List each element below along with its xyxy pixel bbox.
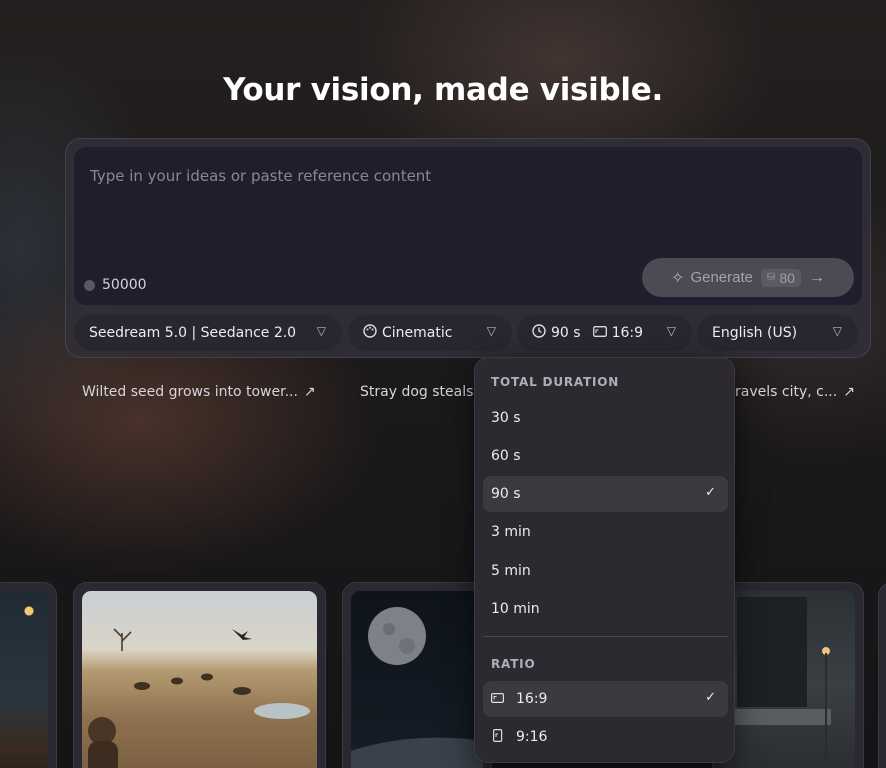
credits-balance: 50000	[84, 277, 147, 293]
duration-ratio-menu: TOTAL DURATION 30 s 60 s 90 s ✓ 3 min 5 …	[474, 357, 735, 763]
suggestion-label: ravels city, c...	[735, 384, 838, 400]
arrow-right-icon: →	[808, 268, 825, 286]
duration-option[interactable]: 30 s	[483, 400, 728, 436]
suggestion-link[interactable]: ravels city, c... ↗	[735, 384, 855, 400]
duration-option-label: 10 min	[491, 601, 540, 617]
duration-option-label: 3 min	[491, 524, 531, 540]
generate-button[interactable]: ✧ Generate ⛁ 80 →	[642, 258, 854, 297]
prompt-box: 50000 ✧ Generate ⛁ 80 →	[74, 147, 862, 305]
language-label: English (US)	[712, 325, 798, 341]
generate-cost: 80	[779, 269, 795, 286]
ratio-option[interactable]: 9:16	[483, 719, 728, 755]
page-title: Your vision, made visible.	[223, 72, 663, 108]
moon-illustration	[351, 607, 483, 768]
duration-option[interactable]: 10 min	[483, 591, 728, 627]
duration-option[interactable]: 3 min	[483, 514, 728, 550]
gallery-thumbnail	[0, 591, 48, 768]
credits-value: 50000	[102, 277, 147, 293]
suggestion-label: Wilted seed grows into tower...	[82, 384, 298, 400]
chevron-down-icon: ▽	[316, 324, 326, 338]
clock-icon	[532, 324, 546, 342]
aspect-ratio-icon	[592, 326, 607, 340]
check-icon: ✓	[705, 690, 716, 705]
suggestion-label: Stray dog steals	[360, 384, 474, 400]
duration-ratio-selector[interactable]: 90 s 16:9 ▽	[517, 315, 692, 351]
gallery-card[interactable]	[0, 582, 57, 768]
portrait-ratio-icon	[491, 729, 504, 745]
style-selector[interactable]: Cinematic ▽	[348, 315, 512, 351]
chevron-down-icon: ▽	[666, 324, 676, 338]
duration-option-label: 5 min	[491, 563, 531, 579]
chevron-down-icon: ▽	[486, 324, 496, 338]
palette-icon	[363, 324, 377, 342]
model-selector[interactable]: Seedream 5.0 | Seedance 2.0 ▽	[74, 315, 342, 351]
menu-divider	[483, 636, 728, 637]
ratio-header: RATIO	[491, 657, 536, 671]
ratio-label: 16:9	[611, 325, 644, 341]
total-duration-header: TOTAL DURATION	[491, 375, 620, 389]
coin-icon: ⛁	[766, 272, 776, 283]
arrow-up-right-icon: ↗	[303, 384, 316, 400]
duration-option[interactable]: 5 min	[483, 553, 728, 589]
prompt-input[interactable]	[90, 167, 830, 247]
suggestion-link[interactable]: Stray dog steals	[360, 384, 473, 400]
suggestion-link[interactable]: Wilted seed grows into tower... ↗	[82, 384, 316, 400]
ratio-option-label: 9:16	[516, 729, 548, 745]
gallery-card[interactable]	[342, 582, 492, 768]
savanna-illustration	[88, 628, 310, 768]
duration-option-label: 30 s	[491, 410, 521, 426]
landscape-ratio-icon	[491, 692, 505, 706]
gallery-card[interactable]	[73, 582, 326, 768]
ratio-option-selected[interactable]: 16:9 ✓	[483, 681, 728, 717]
gallery-thumbnail	[82, 591, 317, 768]
sparkle-icon: ✧	[671, 269, 685, 287]
duration-option-label: 90 s	[491, 486, 521, 502]
street-illustration	[721, 597, 831, 768]
gallery-card[interactable]	[878, 582, 886, 768]
prompt-composer: 50000 ✧ Generate ⛁ 80 → Seedream 5.0 | S…	[65, 138, 871, 358]
chevron-down-icon: ▽	[832, 324, 842, 338]
check-icon: ✓	[705, 485, 716, 500]
ratio-option-label: 16:9	[516, 691, 548, 707]
generate-cost-badge: ⛁ 80	[760, 268, 801, 287]
language-selector[interactable]: English (US) ▽	[697, 315, 858, 351]
style-label: Cinematic	[382, 325, 453, 341]
gallery-thumbnail	[721, 591, 855, 768]
duration-option-selected[interactable]: 90 s ✓	[483, 476, 728, 512]
duration-label: 90 s	[551, 325, 581, 341]
gallery-thumbnail	[351, 591, 483, 768]
credit-coin-icon	[84, 279, 95, 291]
duration-option[interactable]: 60 s	[483, 438, 728, 474]
generate-label: Generate	[690, 269, 753, 286]
duration-option-label: 60 s	[491, 448, 521, 464]
model-label: Seedream 5.0 | Seedance 2.0	[89, 325, 297, 341]
arrow-up-right-icon: ↗	[843, 384, 855, 400]
